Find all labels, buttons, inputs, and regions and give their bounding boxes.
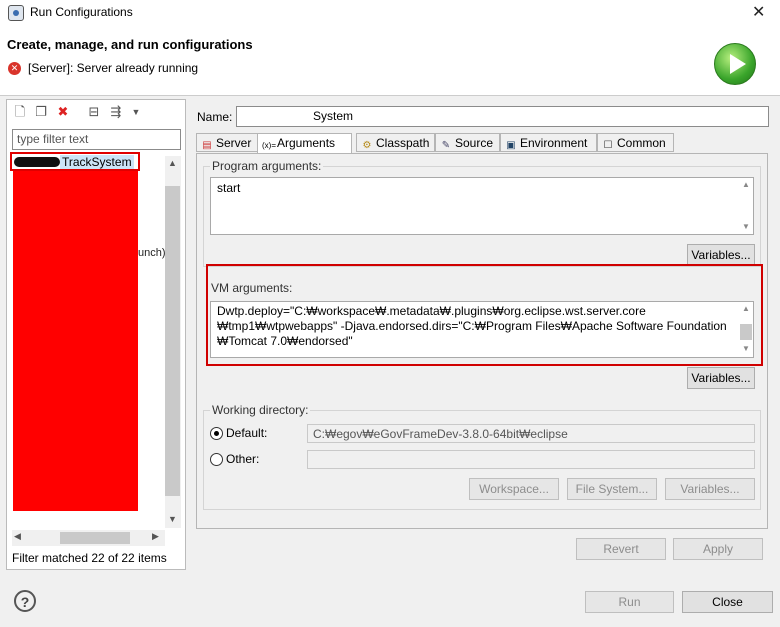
source-icon: ✎	[441, 140, 451, 151]
common-icon: ☐	[603, 140, 613, 151]
file-system-button[interactable]: File System...	[567, 478, 657, 500]
server-icon: ▤	[202, 140, 212, 151]
scroll-left-icon[interactable]: ◀	[14, 531, 21, 542]
tab-environment[interactable]: ▣ Environment	[500, 133, 597, 152]
filter-input[interactable]: type filter text	[12, 129, 181, 150]
program-arguments-label: Program arguments:	[210, 159, 324, 173]
program-arguments-value: start	[217, 181, 241, 195]
name-label: Name:	[197, 110, 233, 124]
filter-configurations-icon[interactable]: ⇶	[108, 104, 124, 120]
default-radio[interactable]	[210, 427, 223, 440]
default-directory-field: C:₩egov₩eGovFrameDev-3.8.0-64bit₩eclipse	[307, 424, 755, 443]
run-button[interactable]: Run	[585, 591, 674, 613]
vm-arguments-scrollbar[interactable]: ▲ ▼	[739, 302, 753, 357]
dialog-header: Create, manage, and run configurations ✕…	[0, 26, 780, 96]
h-scroll-thumb[interactable]	[60, 532, 130, 544]
vm-arguments-line: ₩tmp1₩wtpwebapps" -Djava.endorsed.dirs="…	[217, 319, 727, 333]
scroll-right-icon[interactable]: ▶	[152, 531, 159, 542]
error-message: [Server]: Server already running	[28, 61, 199, 75]
window-close-button[interactable]: ✕	[752, 2, 765, 22]
duplicate-configuration-icon[interactable]: ❐	[33, 104, 49, 120]
environment-icon: ▣	[506, 140, 516, 151]
selected-tree-item[interactable]: TrackSystem	[10, 152, 140, 171]
arguments-icon: (x)=	[262, 141, 276, 150]
tree-item-fragment: unch)	[138, 247, 166, 259]
window-title: Run Configurations	[30, 5, 133, 19]
scroll-thumb[interactable]	[165, 186, 180, 496]
program-variables-button[interactable]: Variables...	[687, 244, 755, 266]
program-arguments-scrollbar[interactable]: ▲ ▼	[739, 178, 753, 234]
working-directory-label: Working directory:	[210, 403, 311, 417]
error-icon: ✕	[8, 62, 21, 75]
redacted-blot	[14, 157, 60, 167]
dialog-heading: Create, manage, and run configurations	[7, 37, 253, 52]
other-radio[interactable]	[210, 453, 223, 466]
revert-button[interactable]: Revert	[576, 538, 666, 560]
vm-variables-button[interactable]: Variables...	[687, 367, 755, 389]
workspace-button[interactable]: Workspace...	[469, 478, 559, 500]
new-configuration-icon[interactable]: 🗋	[12, 104, 28, 120]
scroll-up-icon[interactable]: ▲	[739, 304, 753, 313]
tab-classpath[interactable]: ⚙ Classpath	[356, 133, 435, 152]
scroll-down-icon[interactable]: ▼	[739, 344, 753, 353]
classpath-icon: ⚙	[362, 140, 372, 151]
tree-vertical-scrollbar[interactable]: ▲ ▼	[165, 156, 181, 528]
tree-horizontal-scrollbar[interactable]: ◀ ▶	[12, 530, 165, 546]
name-field[interactable]: System	[236, 106, 769, 127]
tab-arguments[interactable]: (x)=Arguments	[257, 133, 352, 154]
working-dir-variables-button[interactable]: Variables...	[665, 478, 755, 500]
collapse-all-icon[interactable]: ⊟	[86, 104, 102, 120]
view-menu-chevron-down-icon[interactable]: ▼	[128, 104, 144, 120]
vm-arguments-line: Dwtp.deploy="C:₩workspace₩.metadata₩.plu…	[217, 304, 646, 318]
default-radio-label: Default:	[226, 426, 268, 440]
title-bar: Run Configurations ✕	[0, 0, 780, 26]
other-radio-label: Other:	[226, 452, 260, 466]
delete-configuration-icon[interactable]: ✖	[55, 104, 71, 120]
redacted-tree-area	[13, 171, 138, 511]
other-directory-field	[307, 450, 755, 469]
vm-arguments-line: ₩Tomcat 7.0₩endorsed"	[217, 334, 353, 348]
help-icon[interactable]: ?	[14, 590, 36, 612]
vm-arguments-textarea[interactable]: Dwtp.deploy="C:₩workspace₩.metadata₩.plu…	[210, 301, 754, 358]
tab-common[interactable]: ☐ Common	[597, 133, 674, 152]
close-button[interactable]: Close	[682, 591, 773, 613]
apply-button[interactable]: Apply	[673, 538, 763, 560]
run-configurations-app-icon	[8, 5, 24, 21]
scroll-thumb[interactable]	[740, 324, 752, 340]
tab-source[interactable]: ✎ Source	[435, 133, 500, 152]
tab-server[interactable]: ▤ Server	[196, 133, 258, 152]
scroll-up-icon[interactable]: ▲	[739, 180, 753, 189]
scroll-up-icon[interactable]: ▲	[165, 158, 180, 168]
name-value: System	[313, 109, 354, 123]
scroll-down-icon[interactable]: ▼	[165, 514, 180, 524]
selected-tree-item-label: TrackSystem	[60, 155, 134, 169]
scroll-down-icon[interactable]: ▼	[739, 222, 753, 231]
vm-arguments-label: VM arguments:	[211, 281, 293, 295]
run-banner-icon	[714, 43, 756, 85]
filter-status: Filter matched 22 of 22 items	[12, 551, 167, 565]
program-arguments-textarea[interactable]: start	[210, 177, 754, 235]
